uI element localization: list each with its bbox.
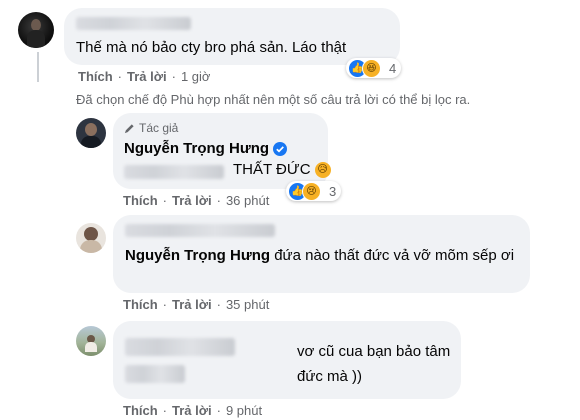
timestamp[interactable]: 35 phút	[226, 297, 269, 312]
comment-text: THẤT ĐỨC	[233, 161, 311, 178]
like-button[interactable]: Thích	[123, 297, 158, 312]
comment-bubble: Nguyễn Trọng Hưng đứa nào thất đức vả vỡ…	[113, 215, 530, 293]
comment-actions: Thích · Trả lời · 35 phút	[123, 297, 270, 312]
reaction-summary[interactable]: 👍 😆 4	[346, 58, 402, 78]
timestamp[interactable]: 9 phút	[226, 403, 262, 418]
reaction-count: 3	[329, 183, 337, 199]
filter-notice: Đã chọn chế độ Phù hợp nhất nên một số c…	[76, 92, 471, 107]
comment-bubble: vơ cũ cua bạn bảo tâm đức mà ))	[113, 321, 461, 399]
comment-bubble: Tác giả Nguyễn Trọng Hưng THẤT ĐỨC 😥	[113, 113, 331, 189]
redacted-mention	[124, 165, 224, 179]
like-button[interactable]: Thích	[123, 193, 158, 208]
author-badge: Tác giả	[124, 121, 178, 135]
avatar[interactable]	[18, 12, 54, 48]
like-button[interactable]: Thích	[78, 69, 113, 84]
sad-reaction-icon: 😢	[302, 181, 321, 201]
reaction-summary[interactable]: 👍 😢 3	[286, 181, 342, 201]
pen-icon	[124, 123, 134, 133]
comment-actions: Thích · Trả lời · 1 giờ	[78, 69, 211, 84]
redacted-author-name	[76, 17, 191, 30]
reply-button[interactable]: Trả lời	[172, 403, 212, 418]
comment-text: đứa nào thất đức vả vỡ mõm sếp ơi	[274, 247, 515, 264]
comment-text: Thế mà nó bảo cty bro phá sản. Láo thật	[76, 39, 347, 56]
haha-reaction-icon: 😆	[362, 58, 381, 78]
mention-link[interactable]: Nguyễn Trọng Hưng	[125, 247, 270, 264]
reply-button[interactable]: Trả lời	[127, 69, 167, 84]
timestamp[interactable]: 1 giờ	[181, 69, 211, 84]
comment-text: vơ cũ cua bạn bảo tâm đức mà ))	[297, 343, 451, 385]
comment-actions: Thích · Trả lời · 36 phút	[123, 193, 270, 208]
redacted-text	[125, 365, 185, 383]
comment-bubble: Thế mà nó bảo cty bro phá sản. Láo thật	[64, 8, 400, 65]
comment-actions: Thích · Trả lời · 9 phút	[123, 403, 263, 418]
thread-line	[37, 52, 39, 82]
sad-emoji-icon: 😥	[314, 161, 331, 178]
verified-badge-icon	[273, 141, 288, 156]
avatar[interactable]	[76, 118, 106, 148]
avatar[interactable]	[76, 223, 106, 253]
timestamp[interactable]: 36 phút	[226, 193, 269, 208]
author-name[interactable]: Nguyễn Trọng Hưng	[124, 140, 269, 157]
avatar[interactable]	[76, 326, 106, 356]
redacted-author-name	[125, 224, 275, 237]
like-button[interactable]: Thích	[123, 403, 158, 418]
reply-button[interactable]: Trả lời	[172, 193, 212, 208]
redacted-text	[125, 338, 235, 356]
reaction-count: 4	[389, 60, 397, 76]
reply-button[interactable]: Trả lời	[172, 297, 212, 312]
